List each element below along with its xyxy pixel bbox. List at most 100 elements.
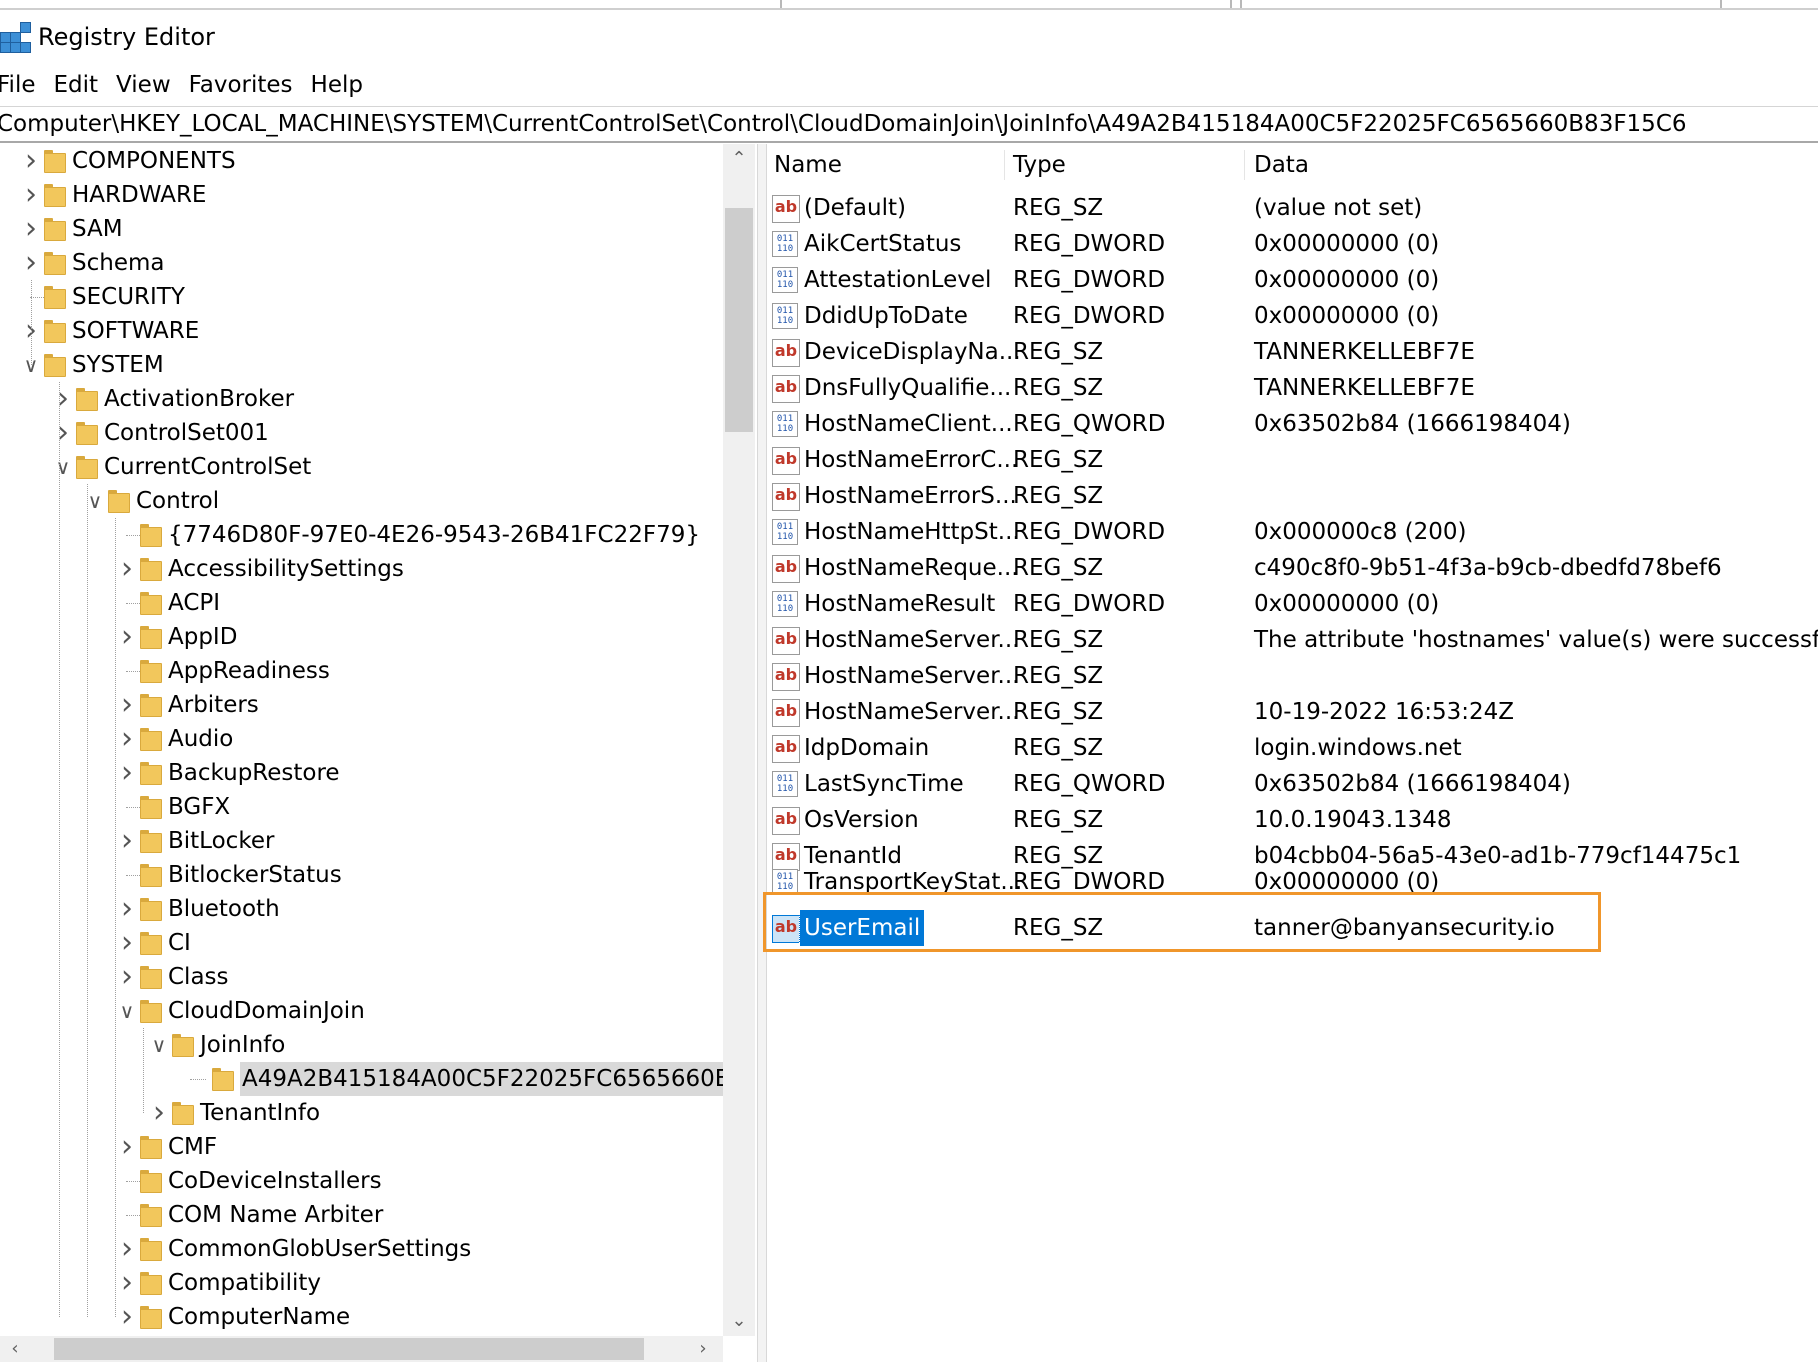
tree-item[interactable]: › ControlSet001 — [0, 416, 723, 450]
column-header-data[interactable]: Data — [1254, 144, 1309, 186]
chevron-right-icon[interactable]: › — [116, 960, 138, 994]
value-row[interactable]: ab HostNameServer... REG_SZ — [766, 658, 1818, 694]
value-data: The attribute 'hostnames' value(s) were … — [1254, 627, 1818, 653]
tree-item[interactable]: {7746D80F-97E0-4E26-9543-26B41FC22F79} — [0, 518, 723, 552]
chevron-right-icon[interactable]: › — [148, 1096, 170, 1130]
chevron-right-icon[interactable]: › — [116, 926, 138, 960]
tree-item[interactable]: BitlockerStatus — [0, 858, 723, 892]
tree-item[interactable]: › AccessibilitySettings — [0, 552, 723, 586]
tree-item[interactable]: › CI — [0, 926, 723, 960]
tree-item[interactable]: ∨ Control — [0, 484, 723, 518]
chevron-right-icon[interactable]: › — [20, 178, 42, 212]
value-data: 10.0.19043.1348 — [1254, 807, 1452, 833]
chevron-right-icon[interactable]: › — [116, 1232, 138, 1266]
tree-item[interactable]: ∨ SYSTEM — [0, 348, 723, 382]
value-row[interactable]: 011 110 AikCertStatus REG_DWORD 0x00000000 (… — [766, 226, 1818, 262]
tree-item[interactable]: › BackupRestore — [0, 756, 723, 790]
address-bar[interactable]: Computer\HKEY_LOCAL_MACHINE\SYSTEM\Curre… — [0, 106, 1818, 143]
value-row[interactable]: ab HostNameServer... REG_SZ 10-19-2022 16:5… — [766, 694, 1818, 730]
chevron-right-icon[interactable]: › — [116, 688, 138, 722]
chevron-right-icon[interactable]: › — [20, 246, 42, 280]
scroll-left-icon[interactable]: ‹ — [0, 1336, 30, 1362]
tree-item[interactable]: BGFX — [0, 790, 723, 824]
tree-vertical-scrollbar[interactable]: ⌃ ⌄ — [723, 144, 755, 1336]
tree-item[interactable]: AppReadiness — [0, 654, 723, 688]
tree-item[interactable]: › HARDWARE — [0, 178, 723, 212]
scroll-thumb[interactable] — [725, 208, 753, 432]
tree-item[interactable]: › Compatibility — [0, 1266, 723, 1300]
tree-item[interactable]: ∨ JoinInfo — [0, 1028, 723, 1062]
value-row[interactable]: ab DnsFullyQualifie... REG_SZ TANNERKELLEBF… — [766, 370, 1818, 406]
chevron-right-icon[interactable]: › — [116, 620, 138, 654]
tree-item[interactable]: › ActivationBroker — [0, 382, 723, 416]
value-row[interactable]: 011 110 DdidUpToDate REG_DWORD 0x00000000 (0… — [766, 298, 1818, 334]
chevron-right-icon[interactable]: › — [20, 212, 42, 246]
value-row[interactable]: ab OsVersion REG_SZ 10.0.19043.1348 — [766, 802, 1818, 838]
value-row[interactable]: 011 110 LastSyncTime REG_QWORD 0x63502b84 (1… — [766, 766, 1818, 802]
tree-item[interactable]: › TenantInfo — [0, 1096, 723, 1130]
column-divider[interactable] — [1244, 150, 1245, 180]
value-row[interactable]: 011 110 HostNameResult REG_DWORD 0x00000000 … — [766, 586, 1818, 622]
scroll-down-icon[interactable]: ⌄ — [723, 1306, 755, 1336]
value-row[interactable]: ab HostNameServer... REG_SZ The attribute '… — [766, 622, 1818, 658]
tree-item[interactable]: › BitLocker — [0, 824, 723, 858]
tree-item[interactable]: A49A2B415184A00C5F22025FC6565660B83F — [0, 1062, 723, 1096]
tree-item[interactable]: CoDeviceInstallers — [0, 1164, 723, 1198]
string-value-icon: ab — [772, 807, 800, 835]
value-row[interactable]: ab HostNameErrorS... REG_SZ — [766, 478, 1818, 514]
value-row[interactable]: ab HostNameReque... REG_SZ c490c8f0-9b51-4f… — [766, 550, 1818, 586]
value-row[interactable]: ab DeviceDisplayNa... REG_SZ TANNERKELLEBF7… — [766, 334, 1818, 370]
scroll-thumb-horizontal[interactable] — [54, 1338, 644, 1360]
value-row[interactable]: ab (Default) REG_SZ (value not set) — [766, 190, 1818, 226]
tree-item[interactable]: › COMPONENTS — [0, 144, 723, 178]
scroll-up-icon[interactable]: ⌃ — [723, 144, 755, 174]
menu-view[interactable]: View — [116, 72, 171, 98]
chevron-right-icon[interactable]: › — [116, 756, 138, 790]
chevron-right-icon[interactable]: › — [116, 892, 138, 926]
chevron-down-icon[interactable]: ∨ — [148, 1028, 170, 1062]
tree-item[interactable]: › AppID — [0, 620, 723, 654]
tree-item[interactable]: › SOFTWARE — [0, 314, 723, 348]
value-row[interactable]: ab HostNameErrorC... REG_SZ — [766, 442, 1818, 478]
tree-item[interactable]: SECURITY — [0, 280, 723, 314]
chevron-right-icon[interactable]: › — [116, 1300, 138, 1334]
menu-help[interactable]: Help — [311, 72, 363, 98]
value-row[interactable]: ab IdpDomain REG_SZ login.windows.net — [766, 730, 1818, 766]
value-row[interactable]: 011 110 HostNameHttpSt... REG_DWORD 0x000000… — [766, 514, 1818, 550]
chevron-right-icon[interactable]: › — [52, 382, 74, 416]
chevron-right-icon[interactable]: › — [20, 144, 42, 178]
chevron-right-icon[interactable]: › — [116, 1266, 138, 1300]
tree-item-label: ComputerName — [168, 1304, 351, 1330]
tree-item[interactable]: ACPI — [0, 586, 723, 620]
column-header-name[interactable]: Name — [774, 144, 842, 186]
tree-item[interactable]: › CMF — [0, 1130, 723, 1164]
chevron-down-icon[interactable]: ∨ — [116, 994, 138, 1028]
tree-item[interactable]: COM Name Arbiter — [0, 1198, 723, 1232]
value-row[interactable]: 011 110 HostNameClient... REG_QWORD 0x63502b… — [766, 406, 1818, 442]
column-header-type[interactable]: Type — [1013, 144, 1066, 186]
chevron-right-icon[interactable]: › — [116, 1130, 138, 1164]
menu-favorites[interactable]: Favorites — [189, 72, 293, 98]
tree-horizontal-scrollbar[interactable]: ‹ › — [0, 1336, 723, 1362]
tree-item[interactable]: › ComputerName — [0, 1300, 723, 1334]
tree-item[interactable]: › Audio — [0, 722, 723, 756]
chevron-right-icon[interactable]: › — [116, 824, 138, 858]
tree-item[interactable]: › CommonGlobUserSettings — [0, 1232, 723, 1266]
chevron-right-icon[interactable]: › — [52, 416, 74, 450]
tree-item[interactable]: › Arbiters — [0, 688, 723, 722]
chevron-right-icon[interactable]: › — [116, 722, 138, 756]
value-row[interactable]: 011 110 AttestationLevel REG_DWORD 0x0000000… — [766, 262, 1818, 298]
tree-item[interactable]: ∨ CurrentControlSet — [0, 450, 723, 484]
column-divider[interactable] — [1004, 150, 1005, 180]
tree-item[interactable]: › Bluetooth — [0, 892, 723, 926]
tree-item[interactable]: › Class — [0, 960, 723, 994]
address-path[interactable]: Computer\HKEY_LOCAL_MACHINE\SYSTEM\Curre… — [0, 111, 1687, 137]
tree-item[interactable]: › SAM — [0, 212, 723, 246]
tree-item[interactable]: › Schema — [0, 246, 723, 280]
menu-edit[interactable]: Edit — [54, 72, 99, 98]
tree-item[interactable]: ∨ CloudDomainJoin — [0, 994, 723, 1028]
scroll-right-icon[interactable]: › — [688, 1336, 718, 1362]
chevron-right-icon[interactable]: › — [116, 552, 138, 586]
chevron-down-icon[interactable]: ∨ — [52, 450, 74, 484]
menu-file[interactable]: File — [0, 72, 36, 98]
